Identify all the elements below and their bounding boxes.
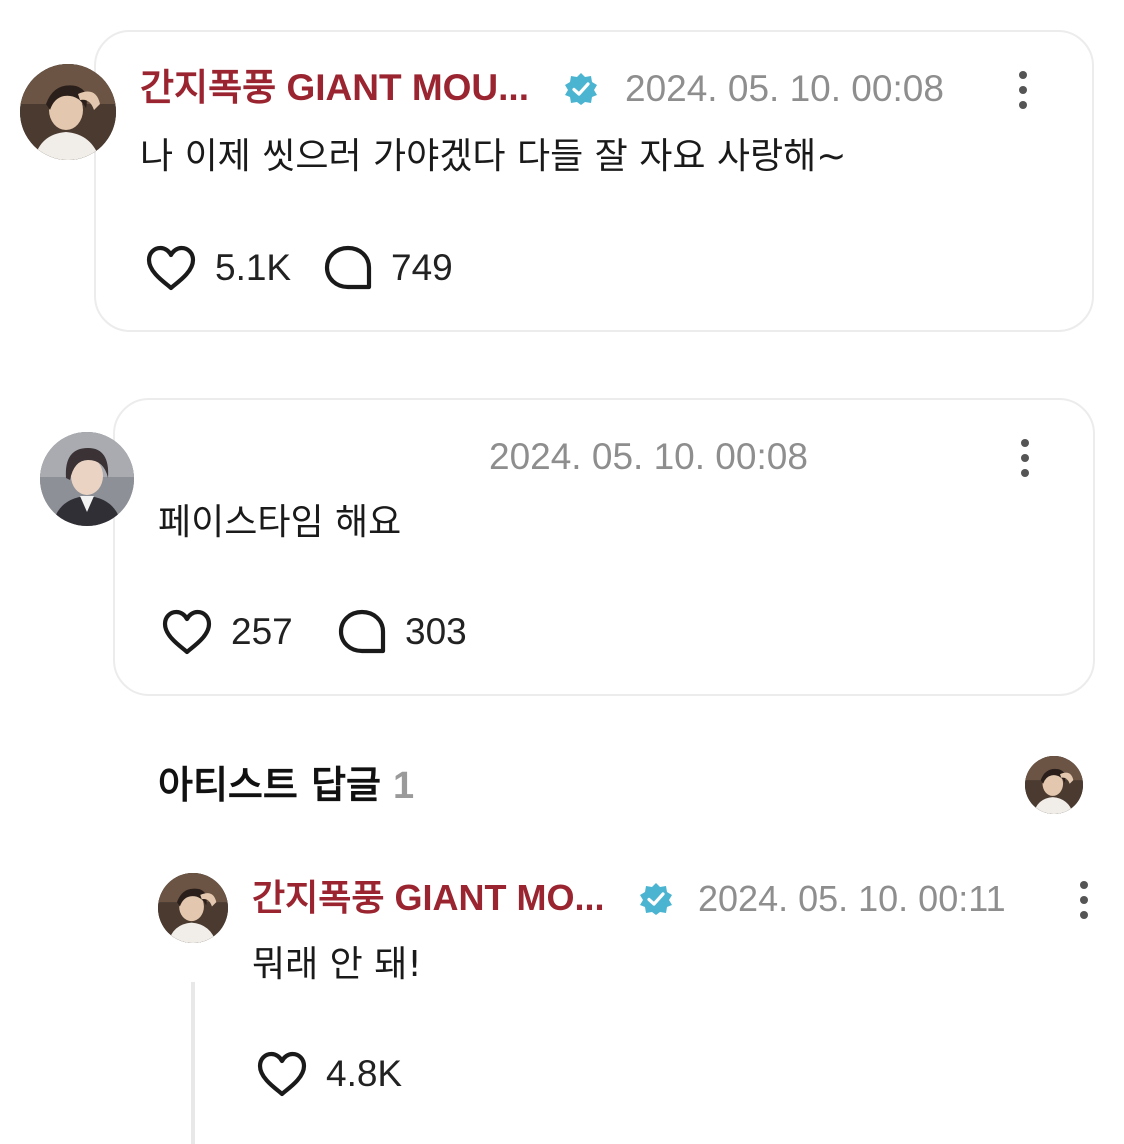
- comment-count: 303: [405, 611, 467, 652]
- heart-icon: [162, 609, 212, 655]
- reply-text: 뭐래 안 돼!: [252, 944, 422, 985]
- comment-button[interactable]: 749: [323, 244, 453, 292]
- heart-icon: [257, 1051, 307, 1097]
- more-options-icon[interactable]: [1015, 439, 1035, 477]
- artist-replies-header: 아티스트 답글 1: [158, 760, 414, 811]
- comment-count: 749: [391, 247, 453, 288]
- avatar-photo-icon: [40, 432, 134, 526]
- post-text: 나 이제 씻으러 가야겠다 다들 잘 자요 사랑해~: [140, 136, 847, 177]
- avatar-photo-icon: [20, 64, 116, 160]
- reply-timestamp: 2024. 05. 10. 00:11: [698, 878, 1006, 919]
- more-options-icon[interactable]: [1013, 71, 1033, 109]
- like-button[interactable]: 5.1K: [145, 244, 291, 292]
- reply-author-name[interactable]: 간지폭풍 GIANT MO...: [252, 876, 604, 920]
- like-count: 4.8K: [326, 1053, 403, 1094]
- more-options-icon[interactable]: [1074, 881, 1094, 919]
- author-avatar[interactable]: [40, 432, 134, 526]
- like-count: 5.1K: [215, 247, 292, 288]
- thread-line: [191, 982, 195, 1144]
- post-timestamp: 2024. 05. 10. 00:08: [489, 436, 808, 477]
- comment-bubble-icon: [324, 245, 372, 290]
- artist-replies-title: 아티스트 답글: [158, 763, 381, 807]
- avatar-photo-icon: [158, 873, 228, 943]
- like-button[interactable]: 257: [161, 608, 293, 656]
- post-timestamp: 2024. 05. 10. 00:08: [625, 68, 944, 109]
- comment-button[interactable]: 303: [337, 608, 467, 656]
- verified-badge-icon: [565, 73, 597, 105]
- like-button[interactable]: 4.8K: [256, 1050, 402, 1098]
- artist-avatar[interactable]: [1025, 756, 1083, 814]
- avatar-photo-icon: [1025, 756, 1083, 814]
- heart-icon: [146, 245, 196, 291]
- post-text: 페이스타임 해요: [158, 502, 402, 543]
- like-count: 257: [231, 611, 293, 652]
- author-avatar[interactable]: [20, 64, 116, 160]
- verified-badge-icon: [640, 883, 672, 915]
- comment-bubble-icon: [338, 609, 386, 654]
- reply-author-avatar[interactable]: [158, 873, 228, 943]
- artist-replies-count: 1: [393, 765, 415, 807]
- author-name[interactable]: 간지폭풍 GIANT MOU...: [140, 66, 529, 110]
